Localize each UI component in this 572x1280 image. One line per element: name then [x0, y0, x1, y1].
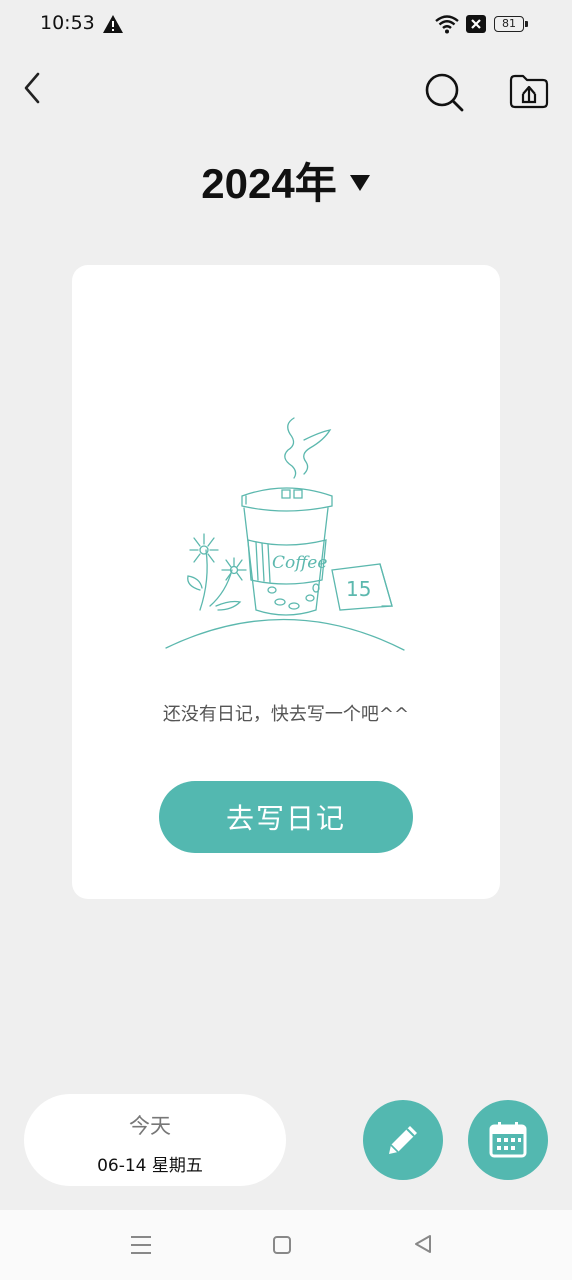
battery-tip: [525, 21, 528, 27]
back-triangle-icon[interactable]: [412, 1233, 434, 1255]
caret-down-icon: [349, 174, 370, 191]
search-icon[interactable]: [422, 70, 466, 114]
new-diary-fab[interactable]: [363, 1100, 443, 1180]
battery-icon: 81: [494, 16, 524, 32]
year-selector[interactable]: 2024年: [0, 150, 572, 211]
warning-icon: [103, 15, 123, 33]
calendar-icon: [489, 1122, 527, 1158]
status-time: 10:53: [40, 12, 95, 34]
back-icon[interactable]: [18, 70, 48, 106]
menu-icon[interactable]: [128, 1234, 154, 1256]
year-label: 2024年: [201, 160, 337, 207]
wifi-icon: [435, 15, 459, 34]
coffee-cup-illustration: Coffee 15: [165, 417, 405, 651]
pencil-icon: [389, 1126, 417, 1154]
today-label: 今天: [129, 1114, 171, 1138]
cup-text: Coffee: [272, 553, 327, 573]
write-diary-button[interactable]: 去写日记: [159, 781, 413, 853]
x-icon: [466, 15, 486, 33]
today-date-text: 06-14 星期五: [97, 1156, 203, 1176]
cloud-upload-icon[interactable]: [508, 72, 550, 110]
empty-message: 还没有日记，快去写一个吧^^: [162, 704, 410, 725]
calendar-fab[interactable]: [468, 1100, 548, 1180]
calendar-day-text: 15: [346, 577, 371, 601]
home-icon[interactable]: [272, 1235, 292, 1255]
